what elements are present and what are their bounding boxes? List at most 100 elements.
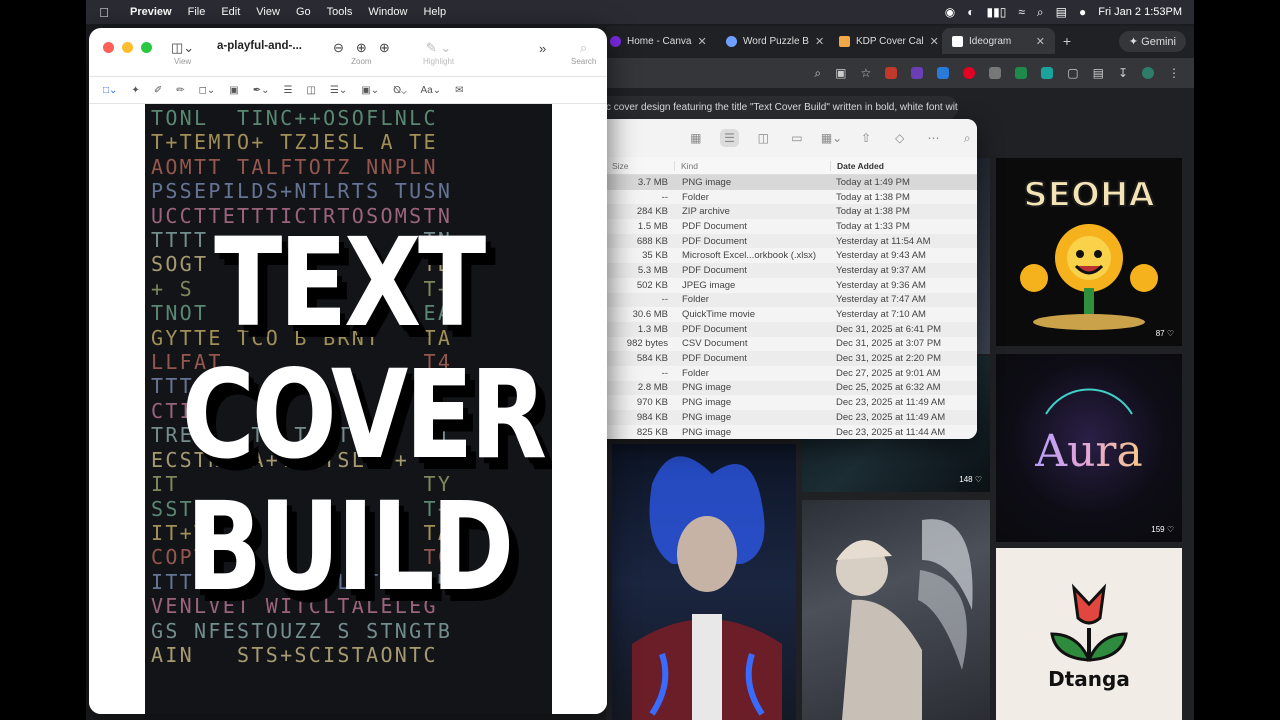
file-row[interactable]: 1.3 MB PDF Document Dec 31, 2025 at 6:41 P… xyxy=(606,322,977,337)
close-button[interactable] xyxy=(103,42,114,53)
file-row[interactable]: 984 KB PNG image Dec 23, 2025 at 11:49 AM xyxy=(606,410,977,425)
pinterest-icon[interactable] xyxy=(963,67,976,79)
close-icon[interactable]: ✕ xyxy=(815,35,824,48)
screen-share-icon[interactable]: ◐ xyxy=(967,5,974,19)
tab-ideogram[interactable]: Ideogram ✕ xyxy=(942,28,1055,54)
file-row[interactable]: 5.3 MB PDF Document Yesterday at 9:37 AM xyxy=(606,263,977,278)
file-row[interactable]: 584 KB PDF Document Dec 31, 2025 at 2:20 P… xyxy=(606,351,977,366)
zoom-fit-icon[interactable]: ⊕ xyxy=(379,40,390,56)
column-view-icon[interactable]: ◫ xyxy=(753,129,773,147)
file-row[interactable]: 284 KB ZIP archive Today at 1:38 PM xyxy=(606,204,977,219)
image-tile-aura[interactable]: Aura 159 ♡ xyxy=(996,354,1182,542)
menu-window[interactable]: Window xyxy=(360,6,415,18)
search-control[interactable]: ⌕ Search xyxy=(571,39,596,66)
like-count[interactable]: 159 ♡ xyxy=(1151,525,1174,534)
file-row[interactable]: 970 KB PNG image Dec 23, 2025 at 11:49 AM xyxy=(606,395,977,410)
more-icon[interactable]: ⋯ xyxy=(924,129,944,147)
file-row[interactable]: 3.7 MB PNG image Today at 1:49 PM xyxy=(606,175,977,190)
adjust-color-icon[interactable]: ☰ xyxy=(284,85,293,96)
wifi-icon[interactable]: ≈ xyxy=(1018,5,1025,19)
file-row[interactable]: 982 bytes CSV Document Dec 31, 2025 at 3:0… xyxy=(606,336,977,352)
battery-icon[interactable]: ▮▮▯ xyxy=(987,5,1007,19)
file-row[interactable]: 1.5 MB PDF Document Today at 1:33 PM xyxy=(606,219,977,234)
image-tile-fairy[interactable] xyxy=(802,500,990,720)
instant-alpha-icon[interactable]: ✦ xyxy=(131,85,139,96)
control-center-icon[interactable]: ▤ xyxy=(1056,5,1067,19)
download-icon[interactable]: ↧ xyxy=(1118,66,1128,80)
zoom-out-icon[interactable]: ⊖ xyxy=(333,40,344,56)
cover-image[interactable]: TONL TINC++OSOFLNLC T+TEMTO+ TZJESL A TE A… xyxy=(145,104,552,714)
image-tile-dtanga[interactable]: Dtanga xyxy=(996,548,1182,720)
puzzle-icon[interactable]: ▢ xyxy=(1067,66,1078,80)
highlight-control[interactable]: ✎ ⌄ Highlight xyxy=(423,39,454,66)
document-title[interactable]: a-playful-and-... xyxy=(217,40,302,52)
file-row[interactable]: 825 KB PNG image Dec 23, 2025 at 11:44 AM xyxy=(606,424,977,439)
menu-tools[interactable]: Tools xyxy=(319,6,361,18)
sketch-icon[interactable]: ✐ xyxy=(154,85,162,96)
more-icon[interactable]: ⋮ xyxy=(1168,66,1180,80)
menu-edit[interactable]: Edit xyxy=(213,6,248,18)
menu-go[interactable]: Go xyxy=(288,6,319,18)
adjust-size-icon[interactable]: ◫ xyxy=(306,85,315,96)
view-control[interactable]: ◫⌄ View xyxy=(171,39,194,66)
menu-view[interactable]: View xyxy=(248,6,288,18)
reading-list-icon[interactable]: ▤ xyxy=(1093,66,1104,80)
file-row[interactable]: 35 KB Microsoft Excel...orkbook (.xlsx) Ye… xyxy=(606,248,977,264)
tab-canva[interactable]: Home - Canva ✕ xyxy=(606,28,716,54)
text-style-button[interactable]: Aa⌄ xyxy=(421,85,442,96)
shape-style-icon[interactable]: ☰⌄ xyxy=(330,85,347,96)
text-tool-icon[interactable]: ▣ xyxy=(229,85,238,96)
close-icon[interactable]: ✕ xyxy=(1036,35,1045,48)
tab-word-puzzle[interactable]: Word Puzzle B ✕ xyxy=(716,28,829,54)
record-icon[interactable]: ◉ xyxy=(945,5,955,19)
image-tile-blue-flame[interactable] xyxy=(612,444,796,720)
file-row[interactable]: -- Folder Yesterday at 7:47 AM xyxy=(606,293,977,308)
extension-icon[interactable] xyxy=(885,67,898,79)
menu-app-preview[interactable]: Preview xyxy=(122,6,180,18)
install-icon[interactable]: ▣ xyxy=(835,66,846,80)
annotate-icon[interactable]: ✉ xyxy=(455,85,463,96)
draw-icon[interactable]: ✏ xyxy=(176,85,184,96)
spotlight-icon[interactable]: ⌕ xyxy=(1037,5,1044,20)
file-row[interactable]: 502 KB JPEG image Yesterday at 9:36 AM xyxy=(606,277,977,293)
share-icon[interactable]: ⇧ xyxy=(856,129,876,147)
image-tile-seoha[interactable]: SEOHA 87 ♡ xyxy=(996,158,1182,346)
border-color-icon[interactable]: ▣⌄ xyxy=(361,85,379,96)
sign-icon[interactable]: ✒⌄ xyxy=(253,85,270,96)
file-row[interactable]: 2.8 MB PNG image Dec 25, 2025 at 6:32 AM xyxy=(606,381,977,396)
extension-icon[interactable] xyxy=(1015,67,1028,79)
extension-icon[interactable] xyxy=(937,67,950,79)
zoom-button[interactable] xyxy=(141,42,152,53)
column-date-added[interactable]: Date Added xyxy=(830,160,977,171)
search-icon[interactable]: ⌕ xyxy=(957,129,977,147)
icon-view-icon[interactable]: ▦ xyxy=(686,129,706,147)
close-icon[interactable]: ✕ xyxy=(697,35,706,48)
file-row[interactable]: 688 KB PDF Document Yesterday at 11:54 AM xyxy=(606,234,977,249)
gallery-view-icon[interactable]: ▭ xyxy=(787,129,807,147)
like-count[interactable]: 87 ♡ xyxy=(1156,329,1174,338)
siri-icon[interactable]: ● xyxy=(1079,5,1086,19)
clock[interactable]: Fri Jan 2 1:53PM xyxy=(1098,6,1182,18)
column-size[interactable]: Size xyxy=(606,161,674,171)
tag-icon[interactable]: ◇ xyxy=(890,129,910,147)
file-row[interactable]: -- Folder Dec 27, 2025 at 9:01 AM xyxy=(606,365,977,381)
selection-tool-icon[interactable]: □⌄ xyxy=(103,85,117,96)
new-tab-button[interactable]: + xyxy=(1055,33,1079,49)
gemini-button[interactable]: ✦ Gemini xyxy=(1118,30,1186,52)
extension-icon[interactable] xyxy=(1041,67,1054,79)
document-canvas[interactable]: TONL TINC++OSOFLNLC T+TEMTO+ TZJESL A TE A… xyxy=(89,104,607,714)
minimize-button[interactable] xyxy=(122,42,133,53)
menu-file[interactable]: File xyxy=(180,6,214,18)
like-count[interactable]: 148 ♡ xyxy=(959,475,982,484)
extension-icon[interactable] xyxy=(911,67,924,79)
tab-kdp-cover[interactable]: KDP Cover Cal ✕ xyxy=(829,28,942,54)
fill-color-icon[interactable]: ⦰⌄ xyxy=(393,85,406,96)
list-view-icon[interactable]: ☰ xyxy=(719,129,740,147)
apple-icon[interactable]:  xyxy=(86,5,122,20)
zoom-lens-icon[interactable]: ⌕ xyxy=(814,66,821,81)
close-icon[interactable]: ✕ xyxy=(930,35,939,48)
zoom-in-icon[interactable]: ⊕ xyxy=(356,40,367,56)
menu-help[interactable]: Help xyxy=(415,6,454,18)
more-tools-control[interactable]: » xyxy=(539,39,546,57)
file-row[interactable]: -- Folder Today at 1:38 PM xyxy=(606,189,977,205)
